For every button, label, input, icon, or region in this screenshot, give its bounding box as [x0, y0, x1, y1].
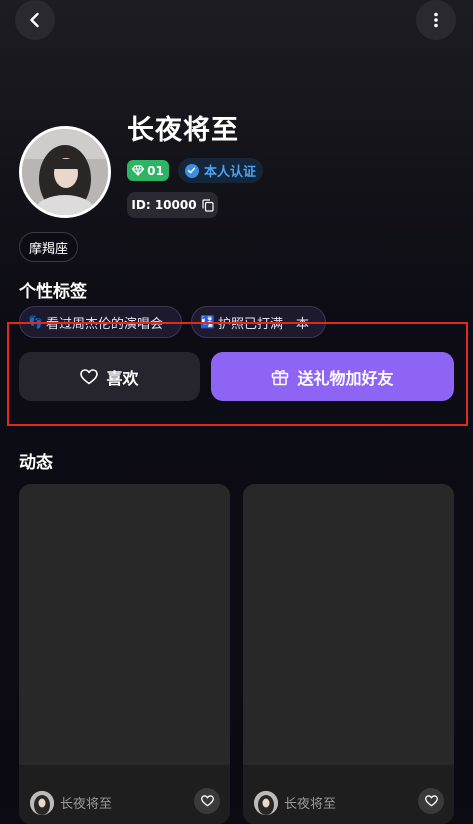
author-name: 长夜将至 [284, 797, 337, 812]
author-avatar [30, 791, 54, 815]
author-avatar [254, 791, 278, 815]
moment-image [19, 484, 230, 765]
more-vertical-icon [434, 12, 438, 28]
avatar-photo [22, 129, 108, 215]
author-name: 长夜将至 [60, 797, 113, 812]
level-badge: 01 [127, 160, 169, 181]
moment-like-button[interactable] [194, 788, 220, 814]
diamond-icon [132, 165, 145, 176]
heart-icon [424, 795, 438, 807]
highlight-box [7, 322, 468, 426]
more-button[interactable] [416, 0, 456, 40]
user-id-pill[interactable]: ID: 10000 [127, 192, 218, 218]
moment-card[interactable]: 长夜将至 [243, 484, 454, 824]
avatar[interactable] [19, 126, 111, 218]
profile-name: 长夜将至 [127, 115, 239, 146]
check-badge-icon [184, 163, 199, 178]
moments-section-title: 动态 [19, 453, 53, 473]
verified-label: 本人认证 [203, 165, 256, 180]
user-id-text: ID: 10000 [131, 198, 197, 212]
back-button[interactable] [15, 0, 55, 40]
tags-section-title: 个性标签 [19, 282, 87, 302]
zodiac-chip: 摩羯座 [19, 232, 78, 262]
level-value: 01 [147, 163, 164, 178]
verified-badge: 本人认证 [178, 158, 263, 183]
chevron-left-icon [30, 12, 39, 28]
moment-like-button[interactable] [418, 788, 444, 814]
heart-icon [200, 795, 214, 807]
moment-card[interactable]: 长夜将至 [19, 484, 230, 824]
copy-icon[interactable] [201, 198, 214, 212]
moment-image [243, 484, 454, 765]
